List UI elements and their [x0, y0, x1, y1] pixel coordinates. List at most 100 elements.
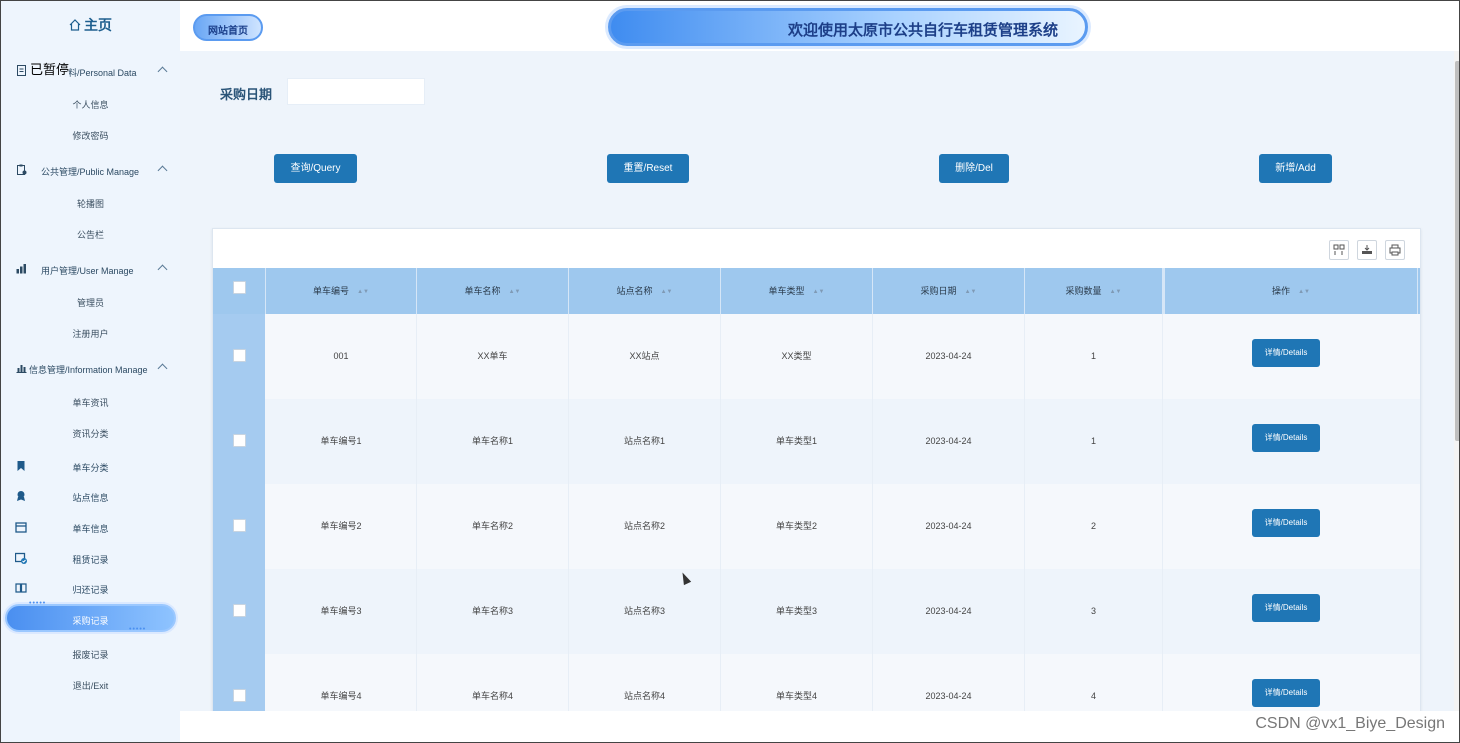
sidebar-item-label: 站点信息 [72, 493, 109, 503]
sidebar-item-label: 归还记录 [72, 585, 109, 595]
cell-name: XX单车 [417, 314, 569, 399]
select-all-cell [213, 268, 266, 314]
vertical-scrollbar[interactable] [1454, 51, 1459, 711]
chevron-up-icon [157, 165, 168, 176]
column-header-station[interactable]: 站点名称 ▲▼ [569, 268, 721, 314]
purchase-date-input[interactable] [287, 78, 425, 105]
reset-button[interactable]: 重置/Reset [607, 154, 689, 183]
cell-type: XX类型 [721, 314, 873, 399]
columns-icon[interactable] [1329, 240, 1349, 260]
cell-type: 单车类型1 [721, 399, 873, 484]
query-button[interactable]: 查询/Query [274, 154, 357, 183]
column-header-label: 采购数量 [1065, 286, 1102, 296]
details-button[interactable]: 详情/Details [1252, 679, 1320, 707]
table-row: 单车编号2 单车名称2 站点名称2 单车类型2 2023-04-24 2 详情/… [213, 484, 1420, 569]
sidebar-item-news-category[interactable]: 资讯分类 [1, 427, 180, 440]
table-row: 单车编号3 单车名称3 站点名称3 单车类型3 2023-04-24 3 详情/… [213, 569, 1420, 654]
chevron-up-icon [157, 264, 168, 275]
cell-qty: 2 [1025, 484, 1163, 569]
sidebar-item-label: 单车信息 [72, 524, 109, 534]
delete-button[interactable]: 删除/Del [939, 154, 1009, 183]
select-all-checkbox[interactable] [233, 281, 246, 294]
cell-date: 2023-04-24 [873, 484, 1025, 569]
chevron-up-icon [157, 363, 168, 374]
column-header-actions[interactable]: 操作 ▲▼ [1163, 268, 1418, 314]
column-header-label: 采购日期 [920, 286, 957, 296]
sidebar-group-public[interactable]: 公共管理/Public Manage [1, 161, 180, 181]
sidebar-item-bike-category[interactable]: 单车分类 [1, 458, 180, 476]
sidebar-item-bike-news[interactable]: 单车资讯 [1, 396, 180, 409]
users-chart-icon [16, 264, 26, 274]
sidebar-item-scrap-records[interactable]: 报废记录 [1, 648, 180, 661]
sort-icon: ▲▼ [660, 289, 673, 295]
cell-code: 单车编号3 [266, 569, 417, 654]
row-select-cell [213, 484, 265, 569]
cell-name: 单车名称4 [417, 654, 569, 711]
home-icon [69, 19, 81, 31]
sidebar-item-exit[interactable]: 退出/Exit [1, 679, 180, 692]
sidebar-group-label: 信息管理/Information Manage [29, 365, 148, 375]
details-button[interactable]: 详情/Details [1252, 509, 1320, 537]
column-header-label: 站点名称 [616, 286, 653, 296]
sidebar-item-registered-users[interactable]: 注册用户 [1, 327, 180, 340]
cell-code: 001 [266, 314, 417, 399]
sidebar-item-bulletin[interactable]: 公告栏 [1, 228, 180, 241]
site-home-button[interactable]: 网站首页 [193, 14, 263, 41]
column-header-code[interactable]: 单车编号 ▲▼ [266, 268, 417, 314]
sidebar-item-purchase-records[interactable]: 采购记录 [5, 604, 176, 632]
cell-qty: 1 [1025, 399, 1163, 484]
cell-name: 单车名称3 [417, 569, 569, 654]
app-window: 主页 个人资料/Personal Data 个人信息 修改密码 公共管理/Pub… [0, 0, 1460, 743]
sidebar-group-personal[interactable]: 个人资料/Personal Data [1, 62, 180, 82]
sidebar-group-label: 用户管理/User Manage [41, 266, 134, 276]
print-icon[interactable] [1385, 240, 1405, 260]
decor-dots: ••••• [29, 600, 47, 607]
column-header-qty[interactable]: 采购数量 ▲▼ [1025, 268, 1163, 314]
sidebar-item-return-records[interactable]: 归还记录 [1, 580, 180, 598]
table-row: 001 XX单车 XX站点 XX类型 2023-04-24 1 详情/Detai… [213, 314, 1420, 399]
sidebar-item-personal-info[interactable]: 个人信息 [1, 98, 180, 111]
sidebar-item-label: 单车分类 [72, 463, 109, 473]
page-title: 欢迎使用太原市公共自行车租赁管理系统 [787, 22, 1058, 39]
column-header-date[interactable]: 采购日期 ▲▼ [873, 268, 1025, 314]
cell-type: 单车类型3 [721, 569, 873, 654]
scrollbar-thumb[interactable] [1455, 61, 1459, 441]
details-button[interactable]: 详情/Details [1252, 424, 1320, 452]
sidebar-group-label: 公共管理/Public Manage [41, 167, 140, 177]
row-checkbox[interactable] [233, 349, 246, 362]
sidebar-item-change-password[interactable]: 修改密码 [1, 129, 180, 142]
details-button[interactable]: 详情/Details [1252, 339, 1320, 367]
details-button[interactable]: 详情/Details [1252, 594, 1320, 622]
cell-code: 单车编号4 [266, 654, 417, 711]
sidebar-item-bike-info[interactable]: 单车信息 [1, 519, 180, 537]
add-button[interactable]: 新增/Add [1259, 154, 1332, 183]
sidebar-group-information[interactable]: 信息管理/Information Manage [1, 359, 180, 379]
paused-overlay-text: 已暂停 [30, 59, 70, 78]
sidebar-home[interactable]: 主页 [1, 15, 180, 35]
row-checkbox[interactable] [233, 604, 246, 617]
row-checkbox[interactable] [233, 519, 246, 532]
purchase-date-label: 采购日期 [220, 87, 273, 102]
sidebar-item-admins[interactable]: 管理员 [1, 296, 180, 309]
row-checkbox[interactable] [233, 689, 246, 702]
sidebar-item-rental-records[interactable]: 租赁记录 [1, 550, 180, 568]
column-header-name[interactable]: 单车名称 ▲▼ [417, 268, 569, 314]
sidebar-item-station-info[interactable]: 站点信息 [1, 488, 180, 506]
clipboard-icon [17, 164, 27, 175]
sidebar-item-carousel[interactable]: 轮播图 [1, 197, 180, 210]
sort-icon: ▲▼ [812, 289, 825, 295]
row-checkbox[interactable] [233, 434, 246, 447]
cell-type: 单车类型4 [721, 654, 873, 711]
table-row: 单车编号4 单车名称4 站点名称4 单车类型4 2023-04-24 4 详情/… [213, 654, 1420, 711]
sort-icon: ▲▼ [964, 289, 977, 295]
column-header-type[interactable]: 单车类型 ▲▼ [721, 268, 873, 314]
row-select-cell [213, 314, 265, 399]
cell-station: XX站点 [569, 314, 721, 399]
export-icon[interactable] [1357, 240, 1377, 260]
cell-date: 2023-04-24 [873, 569, 1025, 654]
main-content: 采购日期 查询/Query 重置/Reset 删除/Del 新增/Add 单车编… [180, 51, 1454, 711]
cell-station: 站点名称4 [569, 654, 721, 711]
cell-qty: 4 [1025, 654, 1163, 711]
sidebar-group-users[interactable]: 用户管理/User Manage [1, 260, 180, 280]
document-icon [17, 65, 26, 76]
